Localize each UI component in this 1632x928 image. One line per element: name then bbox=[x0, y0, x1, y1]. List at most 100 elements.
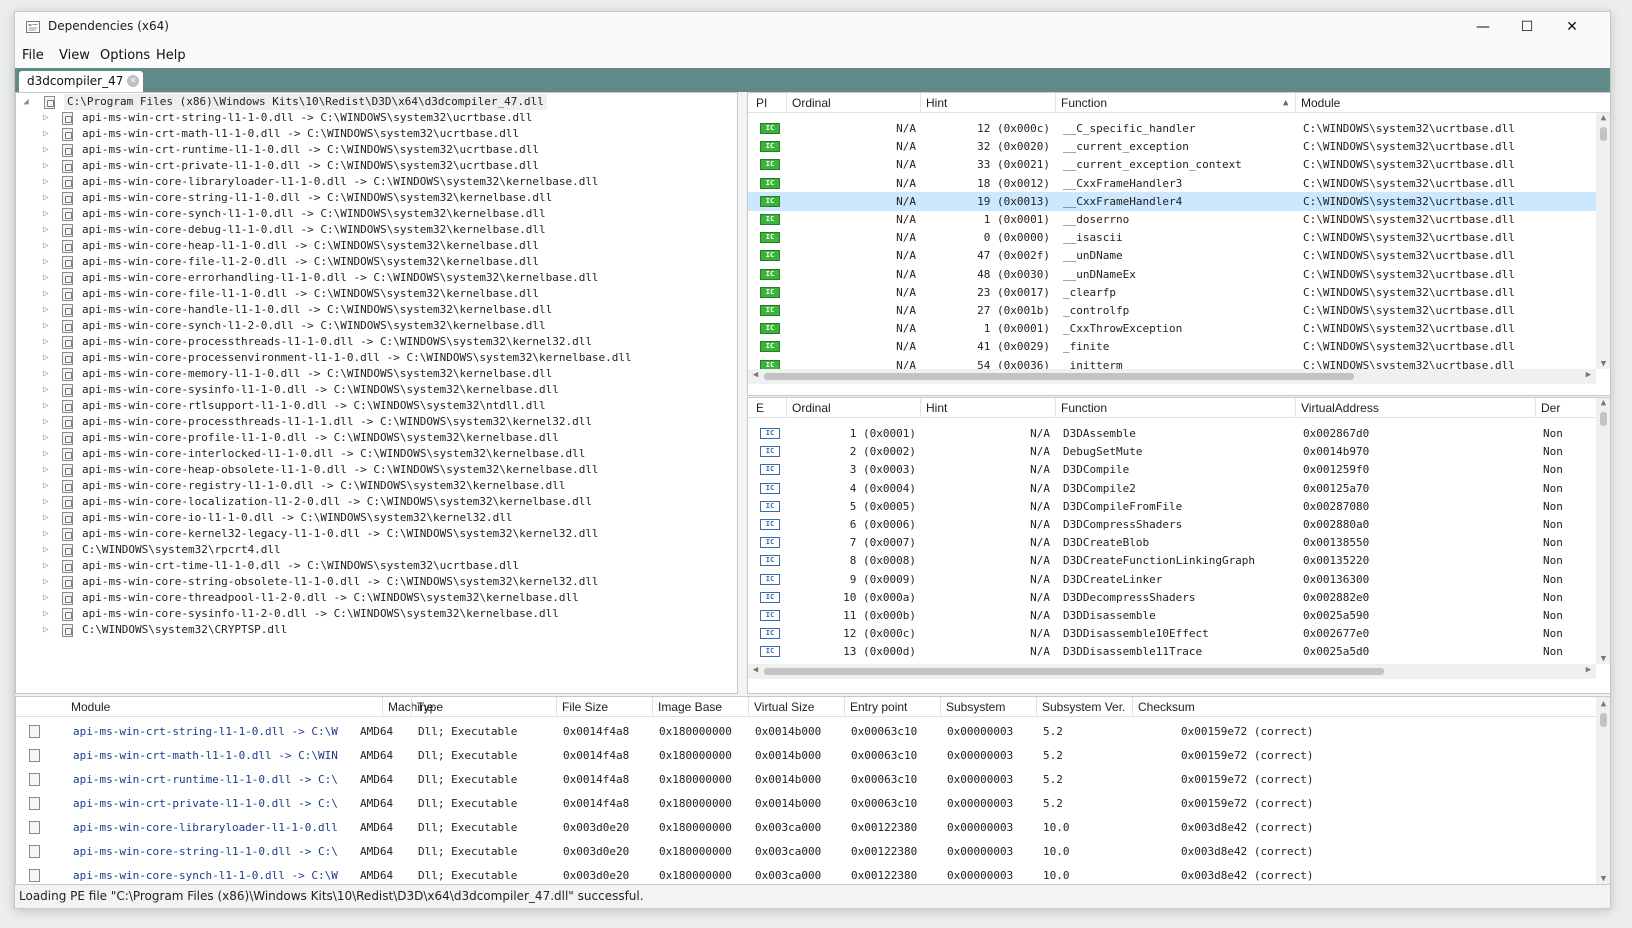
tree-expand-icon[interactable]: ▷ bbox=[41, 158, 51, 174]
export-row[interactable]: IC 2 (0x0002) N/A DebugSetMute 0x0014b970 Non bbox=[748, 442, 1598, 461]
tree-item[interactable]: ▷ api-ms-win-core-synch-l1-1-0.dll -> C:\… bbox=[16, 206, 716, 222]
tab-close-icon[interactable]: × bbox=[127, 75, 139, 87]
scroll-thumb[interactable] bbox=[764, 373, 1354, 380]
tree-item[interactable]: ▷ api-ms-win-core-rtlsupport-l1-1-0.dll -… bbox=[16, 398, 716, 414]
tab-d3dcompiler[interactable]: d3dcompiler_47 × bbox=[19, 71, 143, 92]
tree-item[interactable]: ▷ api-ms-win-core-sysinfo-l1-1-0.dll -> C… bbox=[16, 382, 716, 398]
modules-header-entry[interactable]: Entry point bbox=[850, 700, 907, 714]
tree-expand-icon[interactable]: ▷ bbox=[41, 142, 51, 158]
tree-item[interactable]: ▷ C:\WINDOWS\system32\rpcrt4.dll bbox=[16, 542, 716, 558]
import-row[interactable]: IC N/A 1 (0x0001) __doserrno C:\WINDOWS\syst… bbox=[748, 210, 1598, 229]
horizontal-scrollbar[interactable]: ◀ ▶ bbox=[748, 664, 1596, 679]
column-separator[interactable] bbox=[652, 697, 653, 717]
tree-expand-icon[interactable]: ▷ bbox=[41, 430, 51, 446]
tree-item[interactable]: ▷ api-ms-win-crt-time-l1-1-0.dll -> C:\WI… bbox=[16, 558, 716, 574]
column-separator[interactable] bbox=[920, 93, 921, 113]
export-row[interactable]: IC 9 (0x0009) N/A D3DCreateLinker 0x00136300… bbox=[748, 570, 1598, 589]
tree-item[interactable]: ▷ api-ms-win-crt-math-l1-1-0.dll -> C:\WI… bbox=[16, 126, 716, 142]
tree-expand-icon[interactable]: ▷ bbox=[41, 398, 51, 414]
exports-header-e[interactable]: E bbox=[756, 401, 764, 415]
tree-expand-icon[interactable]: ▷ bbox=[41, 606, 51, 622]
tree-expand-icon[interactable]: ▷ bbox=[41, 478, 51, 494]
tree-item[interactable]: ▷ api-ms-win-core-registry-l1-1-0.dll -> … bbox=[16, 478, 716, 494]
module-row[interactable]: api-ms-win-core-synch-l1-1-0.dll -> C:\W… bbox=[16, 866, 1596, 884]
tree-expand-icon[interactable]: ▷ bbox=[41, 622, 51, 638]
scroll-thumb[interactable] bbox=[764, 668, 1384, 675]
tree-item[interactable]: ▷ api-ms-win-core-processthreads-l1-1-1.d… bbox=[16, 414, 716, 430]
tree-item[interactable]: ▷ api-ms-win-core-debug-l1-1-0.dll -> C:\… bbox=[16, 222, 716, 238]
modules-header-vsize[interactable]: Virtual Size bbox=[754, 700, 814, 714]
exports-header-ordinal[interactable]: Ordinal bbox=[792, 401, 831, 415]
export-row[interactable]: IC 8 (0x0008) N/A D3DCreateFunctionLinkingG… bbox=[748, 551, 1598, 570]
scroll-right-icon[interactable]: ▶ bbox=[1581, 665, 1596, 675]
tree-item[interactable]: ▷ api-ms-win-core-handle-l1-1-0.dll -> C:… bbox=[16, 302, 716, 318]
export-row[interactable]: IC 4 (0x0004) N/A D3DCompile2 0x00125a70 Non bbox=[748, 479, 1598, 498]
exports-header-va[interactable]: VirtualAddress bbox=[1301, 401, 1379, 415]
column-separator[interactable] bbox=[1055, 93, 1056, 113]
scroll-thumb[interactable] bbox=[1600, 127, 1607, 141]
import-row[interactable]: IC N/A 33 (0x0021) __current_exception_cont… bbox=[748, 155, 1598, 174]
tree-item[interactable]: ▷ api-ms-win-core-heap-obsolete-l1-1-0.dl… bbox=[16, 462, 716, 478]
column-separator[interactable] bbox=[1055, 398, 1056, 418]
export-row[interactable]: IC 12 (0x000c) N/A D3DDisassemble10Effect 0x… bbox=[748, 624, 1598, 643]
minimize-button[interactable]: — bbox=[1460, 12, 1506, 43]
export-row[interactable]: IC 1 (0x0001) N/A D3DAssemble 0x002867d0 Non bbox=[748, 424, 1598, 443]
export-row[interactable]: IC 5 (0x0005) N/A D3DCompileFromFile 0x00287… bbox=[748, 497, 1598, 516]
imports-header-ordinal[interactable]: Ordinal bbox=[792, 96, 831, 110]
tree-expand-icon[interactable]: ▷ bbox=[41, 590, 51, 606]
modules-header-imagebase[interactable]: Image Base bbox=[658, 700, 722, 714]
import-row[interactable]: IC N/A 23 (0x0017) _clearfp C:\WINDOWS\syste… bbox=[748, 283, 1598, 302]
module-row[interactable]: api-ms-win-crt-private-l1-1-0.dll -> C:\… bbox=[16, 794, 1596, 813]
tree-expand-icon[interactable]: ▷ bbox=[41, 446, 51, 462]
tree-expand-icon[interactable]: ▷ bbox=[41, 254, 51, 270]
tree-expand-icon[interactable]: ▷ bbox=[41, 190, 51, 206]
tree-item[interactable]: ▷ api-ms-win-core-kernel32-legacy-l1-1-0.… bbox=[16, 526, 716, 542]
module-row[interactable]: api-ms-win-core-string-l1-1-0.dll -> C:\… bbox=[16, 842, 1596, 861]
tree-expand-icon[interactable]: ▷ bbox=[41, 574, 51, 590]
tree-expand-icon[interactable]: ▷ bbox=[41, 110, 51, 126]
modules-table[interactable]: ModuleMachineTypeFile SizeImage BaseVirt… bbox=[15, 696, 1610, 885]
column-separator[interactable] bbox=[1036, 697, 1037, 717]
modules-header-subver[interactable]: Subsystem Ver. bbox=[1042, 700, 1125, 714]
scroll-left-icon[interactable]: ◀ bbox=[748, 665, 763, 675]
tree-item[interactable]: ▷ api-ms-win-core-string-obsolete-l1-1-0.… bbox=[16, 574, 716, 590]
tree-item[interactable]: ▷ api-ms-win-core-file-l1-1-0.dll -> C:\W… bbox=[16, 286, 716, 302]
tree-expand-icon[interactable]: ▷ bbox=[41, 366, 51, 382]
module-row[interactable]: api-ms-win-core-libraryloader-l1-1-0.dll… bbox=[16, 818, 1596, 837]
scroll-up-icon[interactable]: ▲ bbox=[1596, 113, 1610, 123]
vertical-scrollbar[interactable]: ▲ ▼ bbox=[1596, 398, 1610, 664]
tree-item[interactable]: ▷ api-ms-win-core-processthreads-l1-1-0.d… bbox=[16, 334, 716, 350]
tree-item[interactable]: ▷ api-ms-win-core-sysinfo-l1-2-0.dll -> C… bbox=[16, 606, 716, 622]
dependency-tree[interactable]: ◢ C:\Program Files (x86)\Windows Kits\10\… bbox=[15, 92, 738, 694]
modules-header-filesize[interactable]: File Size bbox=[562, 700, 608, 714]
tree-expand-icon[interactable]: ▷ bbox=[41, 318, 51, 334]
tree-expand-icon[interactable]: ▷ bbox=[41, 558, 51, 574]
tree-item[interactable]: ▷ api-ms-win-core-heap-l1-1-0.dll -> C:\W… bbox=[16, 238, 716, 254]
tree-item[interactable]: ▷ api-ms-win-crt-private-l1-1-0.dll -> C:… bbox=[16, 158, 716, 174]
column-separator[interactable] bbox=[748, 697, 749, 717]
tree-root[interactable]: ◢ C:\Program Files (x86)\Windows Kits\10\… bbox=[16, 94, 716, 110]
column-separator[interactable] bbox=[920, 398, 921, 418]
column-separator[interactable] bbox=[786, 398, 787, 418]
import-row[interactable]: IC N/A 12 (0x000c) __C_specific_handler C:\W… bbox=[748, 119, 1598, 138]
tree-item[interactable]: ▷ api-ms-win-core-localization-l1-2-0.dll… bbox=[16, 494, 716, 510]
scroll-down-icon[interactable]: ▼ bbox=[1596, 874, 1610, 884]
tree-item[interactable]: ▷ api-ms-win-core-profile-l1-1-0.dll -> C… bbox=[16, 430, 716, 446]
exports-header-function[interactable]: Function bbox=[1061, 401, 1107, 415]
modules-header-subsystem[interactable]: Subsystem bbox=[946, 700, 1005, 714]
tree-item[interactable]: ▷ api-ms-win-core-io-l1-1-0.dll -> C:\WIN… bbox=[16, 510, 716, 526]
tree-expand-icon[interactable]: ▷ bbox=[41, 494, 51, 510]
column-separator[interactable] bbox=[1535, 398, 1536, 418]
menu-view[interactable]: View bbox=[59, 48, 90, 63]
scroll-down-icon[interactable]: ▼ bbox=[1596, 359, 1610, 369]
column-separator[interactable] bbox=[382, 697, 383, 717]
tree-item[interactable]: ▷ api-ms-win-core-memory-l1-1-0.dll -> C:… bbox=[16, 366, 716, 382]
column-separator[interactable] bbox=[411, 697, 412, 717]
imports-table[interactable]: PI Ordinal Hint Function Module ▲ IC N/A 12 (0x0… bbox=[747, 92, 1610, 396]
column-separator[interactable] bbox=[1295, 93, 1296, 113]
tree-item[interactable]: ▷ C:\WINDOWS\system32\CRYPTSP.dll bbox=[16, 622, 716, 638]
export-row[interactable]: IC 6 (0x0006) N/A D3DCompressShaders 0x00288… bbox=[748, 515, 1598, 534]
modules-header-module[interactable]: Module bbox=[71, 700, 110, 714]
tree-item[interactable]: ▷ api-ms-win-crt-runtime-l1-1-0.dll -> C:… bbox=[16, 142, 716, 158]
import-row[interactable]: IC N/A 19 (0x0013) __CxxFrameHandler4 C:\WIN… bbox=[748, 191, 1598, 211]
